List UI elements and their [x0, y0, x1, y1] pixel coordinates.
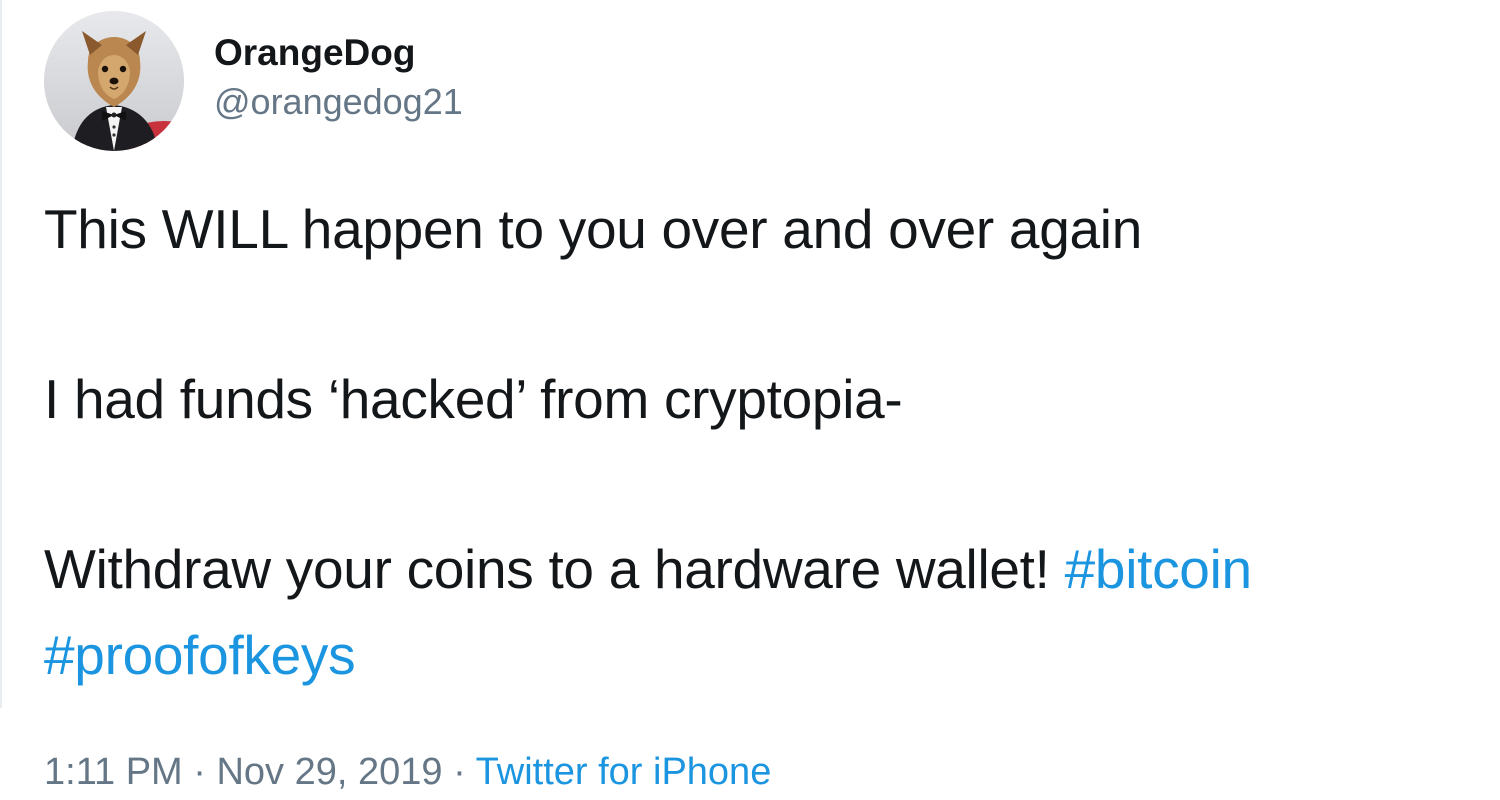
tweet-text: This WILL happen to you over and over ag… [44, 186, 1474, 698]
meta-separator: · [453, 751, 466, 793]
user-block: OrangeDog @orangedog21 [214, 31, 463, 125]
tweet-header: OrangeDog @orangedog21 [44, 10, 463, 152]
tweet-source-link[interactable]: Twitter for iPhone [476, 751, 772, 793]
user-handle[interactable]: @orangedog21 [214, 79, 463, 125]
line-break [44, 442, 1474, 526]
tweet-meta: 1:11 PM · Nov 29, 2019 · Twitter for iPh… [44, 748, 771, 796]
display-name[interactable]: OrangeDog [214, 31, 463, 75]
tweet-text-line: #proofofkeys [44, 612, 1474, 698]
tweet-date[interactable]: Nov 29, 2019 [216, 751, 442, 793]
tweet-left-border [0, 0, 2, 708]
tweet-text-segment: Withdraw your coins to a hardware wallet… [44, 538, 1065, 600]
tweet-text-line: Withdraw your coins to a hardware wallet… [44, 526, 1474, 612]
hashtag-link-bitcoin[interactable]: #bitcoin [1065, 538, 1252, 600]
avatar[interactable] [44, 11, 184, 151]
hashtag-link-proofofkeys[interactable]: #proofofkeys [44, 624, 356, 686]
line-break [44, 272, 1474, 356]
tweet-text-line: This WILL happen to you over and over ag… [44, 198, 1142, 260]
tweet-text-line: I had funds ‘hacked’ from cryptopia- [44, 368, 903, 430]
tweet-time[interactable]: 1:11 PM [44, 751, 183, 793]
yorkshire-terrier-avatar-icon [44, 11, 184, 151]
meta-separator: · [193, 751, 206, 793]
